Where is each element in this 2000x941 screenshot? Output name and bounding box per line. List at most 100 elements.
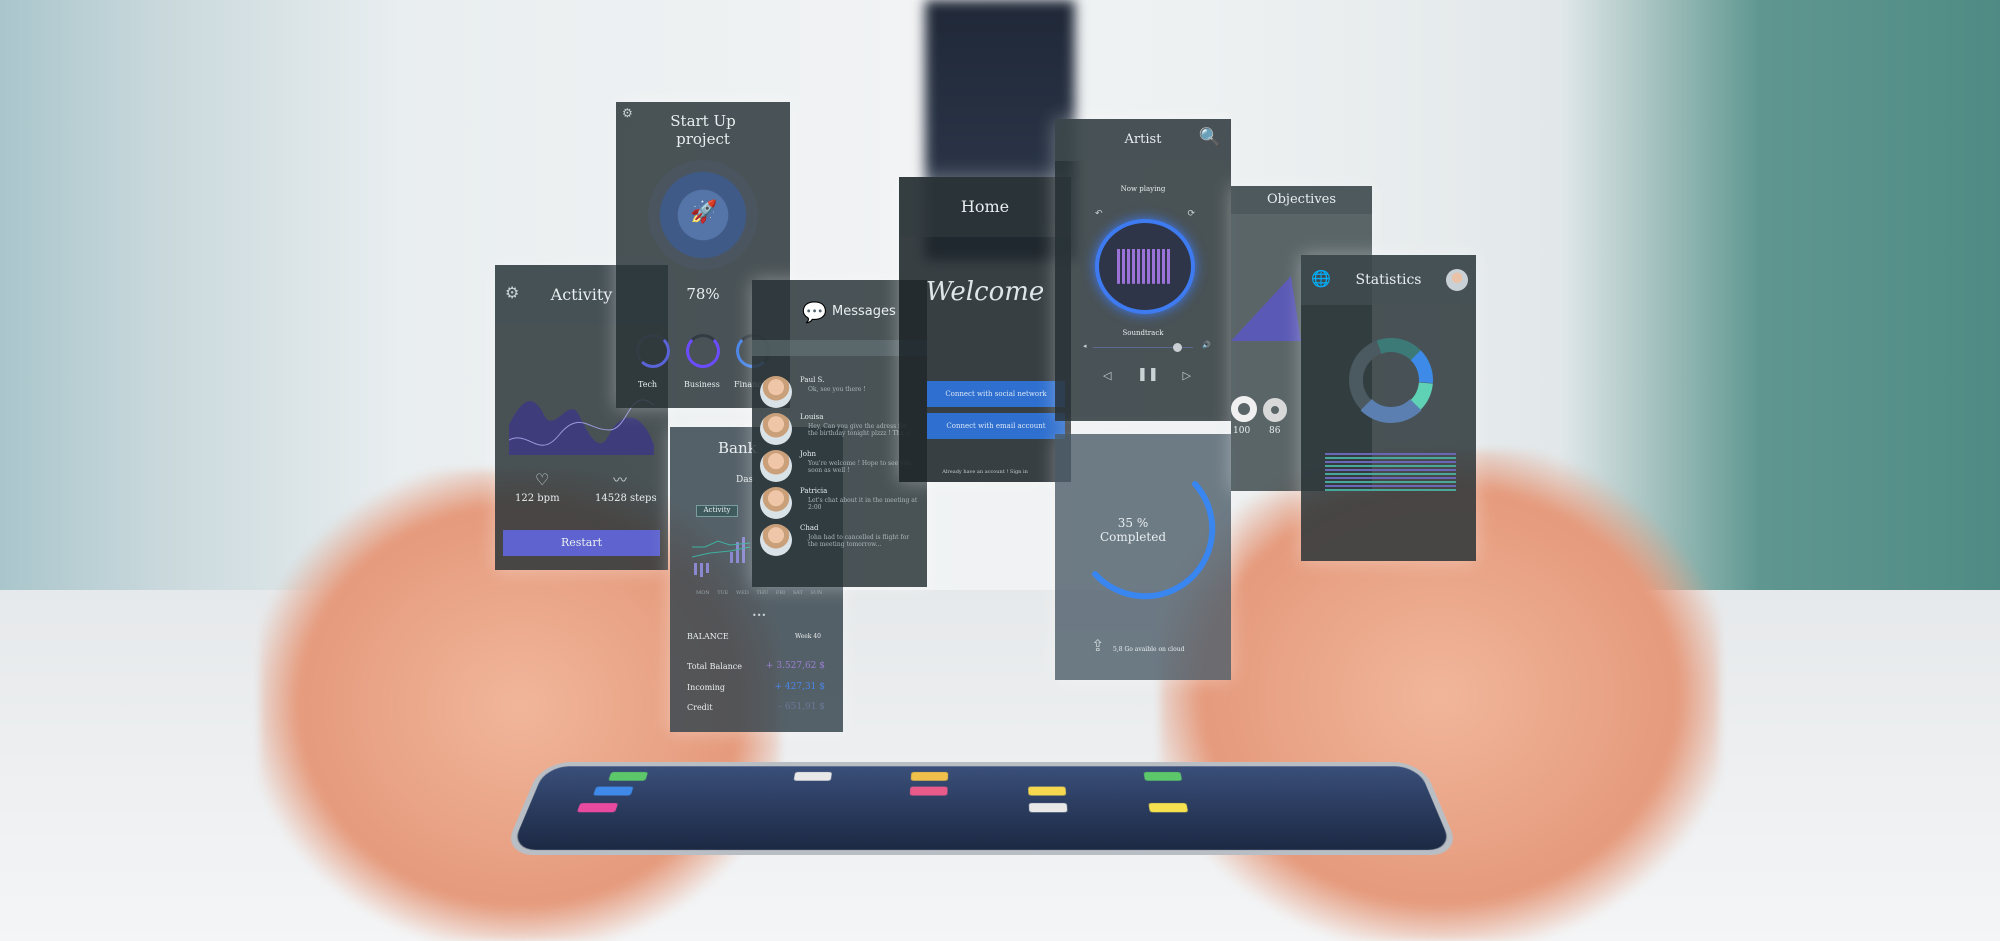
day-label: SAT: [792, 590, 803, 596]
sender-name: John: [800, 450, 817, 458]
signin-link[interactable]: Already have an account ! Sign in: [899, 469, 1071, 475]
business-label: Business: [684, 380, 720, 389]
day-label: THU: [756, 590, 769, 596]
steps-value: 14528 steps: [595, 493, 657, 504]
restart-button[interactable]: Restart: [503, 530, 660, 556]
message-item[interactable]: Chad John had to cancelled is flight for …: [760, 524, 919, 560]
bpm-value: 122 bpm: [515, 493, 560, 504]
balance-label: BALANCE: [687, 632, 729, 641]
heart-icon: ♡: [535, 470, 550, 489]
next-icon[interactable]: ▷: [1183, 369, 1191, 382]
objective-ring: [1231, 396, 1257, 422]
startup-title-line1: Start Up: [670, 112, 736, 130]
chat-bubbles-icon: 💬: [802, 300, 827, 324]
statistics-bars: [1325, 453, 1456, 493]
day-label: SUN: [810, 590, 823, 596]
app-icon[interactable]: [910, 772, 949, 781]
objective-value: 100: [1233, 426, 1251, 436]
bank-title: Bank: [718, 439, 757, 457]
app-icon[interactable]: [1028, 803, 1068, 813]
app-icon[interactable]: [909, 786, 948, 796]
objectives-title: Objectives: [1231, 186, 1372, 214]
activity-tab[interactable]: Activity: [696, 505, 738, 517]
bank-chart: [691, 537, 751, 577]
objective-value: 86: [1269, 426, 1281, 436]
sender-name: Paul S.: [800, 376, 825, 384]
statistics-donut: [1348, 337, 1434, 423]
message-text: John had to cancelled is flight for the …: [808, 534, 910, 548]
avatar: [760, 376, 792, 408]
avatar[interactable]: [1446, 269, 1468, 291]
tech-label: Tech: [638, 380, 658, 389]
credit-label: Credit: [687, 703, 713, 712]
message-item[interactable]: Paul S. Ok, see you there !: [760, 376, 919, 412]
sender-name: Patricia: [800, 487, 828, 495]
app-icon[interactable]: [1028, 786, 1067, 796]
messages-title: Messages: [832, 304, 896, 319]
objective-ring: [1263, 398, 1287, 422]
app-icon[interactable]: [793, 772, 832, 781]
globe-network-icon: 🌐: [1311, 269, 1331, 288]
bank-subtitle: Das: [736, 475, 754, 485]
tablet-device[interactable]: [502, 762, 1462, 855]
sender-name: Louisa: [800, 413, 824, 421]
sender-name: Chad: [800, 524, 819, 532]
volume-high-icon: 🔊: [1202, 341, 1211, 349]
business-progress-ring: [686, 334, 720, 368]
rewind-icon[interactable]: ↶: [1095, 209, 1103, 219]
app-icon[interactable]: [1143, 772, 1183, 781]
pulse-icon: 〰: [613, 473, 627, 489]
incoming-label: Incoming: [687, 683, 726, 692]
previous-icon[interactable]: ◁: [1103, 369, 1111, 382]
repeat-icon[interactable]: ⟳: [1187, 209, 1195, 219]
cloud-storage-text: 5,8 Go avaible on cloud: [1113, 646, 1185, 653]
message-item[interactable]: Patricia Let's chat about it in the meeti…: [760, 487, 919, 523]
avatar: [760, 413, 792, 445]
week-label: Week 40: [795, 633, 821, 640]
search-icon[interactable]: 🔍: [1199, 127, 1221, 148]
rocket-icon: 🚀: [690, 200, 718, 225]
incoming-value: + 427,31 $: [774, 682, 825, 692]
volume-low-icon: ◂: [1083, 342, 1087, 350]
app-icon[interactable]: [1148, 803, 1189, 813]
pause-icon[interactable]: ❚❚: [1137, 367, 1159, 382]
connect-email-button[interactable]: Connect with email account: [927, 413, 1065, 439]
home-panel: Home Welcome Connect with social network…: [899, 177, 1071, 482]
day-label: FRI: [775, 590, 786, 596]
message-text: Let's chat about it in the meeting at 2:…: [808, 497, 918, 511]
avatar: [760, 524, 792, 556]
app-icon[interactable]: [576, 803, 619, 813]
connect-social-button[interactable]: Connect with social network: [927, 381, 1065, 407]
total-balance-value: + 3.527,62 $: [765, 661, 825, 671]
now-playing-label: Now playing: [1120, 185, 1166, 193]
statistics-panel: Statistics 🌐: [1301, 255, 1476, 561]
completed-percent: 35 %: [1117, 516, 1149, 530]
home-title: Home: [899, 177, 1071, 237]
more-dots-icon[interactable]: •••: [752, 611, 766, 620]
day-label: MON: [696, 590, 710, 596]
credit-value: - 651,91 $: [779, 702, 825, 712]
message-item[interactable]: Louisa Hey, Can you give the adress for t…: [760, 413, 919, 449]
gear-icon[interactable]: ⚙: [505, 283, 519, 302]
completed-panel: 35 % Completed ⇪ 5,8 Go avaible on cloud: [1055, 434, 1231, 680]
avatar: [760, 487, 792, 519]
bank-chart-days: MON TUE WED THU FRI SAT SUN: [696, 590, 822, 596]
objectives-chart: [1231, 276, 1301, 341]
track-name: Soundtrack: [1122, 329, 1164, 337]
app-icon[interactable]: [593, 786, 634, 796]
app-icon[interactable]: [608, 772, 649, 781]
gear-icon[interactable]: ⚙: [622, 106, 633, 120]
equalizer-ring: [1095, 219, 1195, 314]
tech-progress-ring: [636, 334, 670, 368]
startup-title: Start Up project: [616, 102, 790, 148]
total-balance-label: Total Balance: [687, 662, 742, 671]
message-item[interactable]: John You're welcome ! Hope to see you soo…: [760, 450, 919, 486]
day-label: TUE: [717, 590, 729, 596]
startup-title-line2: project: [676, 130, 730, 148]
upload-cloud-icon[interactable]: ⇪: [1091, 636, 1104, 655]
day-label: WED: [735, 590, 749, 596]
volume-slider-thumb[interactable]: [1173, 343, 1182, 352]
volume-slider[interactable]: [1093, 343, 1193, 352]
artist-panel: Artist 🔍 Now playing ↶ ⟳ Soundtrack ◂ 🔊 …: [1055, 119, 1231, 421]
welcome-heading: Welcome: [925, 277, 1045, 307]
